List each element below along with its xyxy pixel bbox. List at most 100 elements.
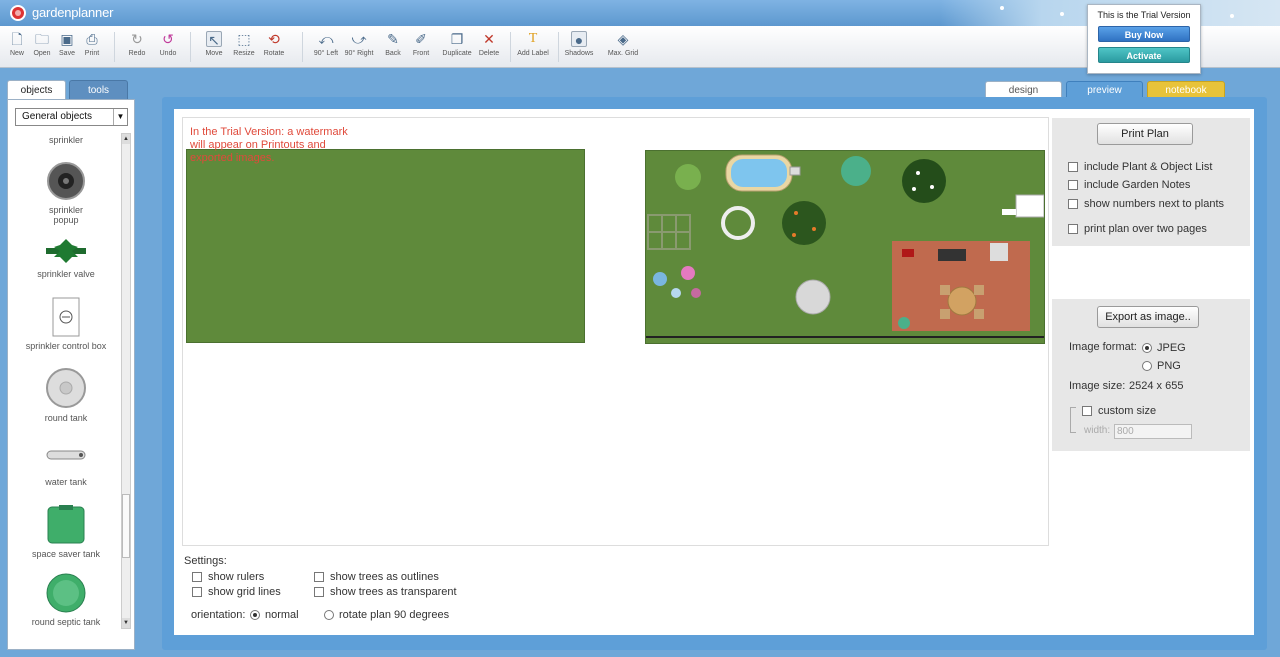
list-item[interactable]: sprinkler control box bbox=[13, 297, 119, 351]
garden-plan-drawing bbox=[646, 154, 1044, 338]
scroll-thumb[interactable] bbox=[122, 494, 130, 558]
tab-tools[interactable]: tools bbox=[69, 80, 128, 100]
list-item[interactable]: sprinkler valve bbox=[13, 237, 119, 279]
export-image-button[interactable]: Export as image.. bbox=[1097, 306, 1199, 328]
two-pages-checkbox[interactable]: print plan over two pages bbox=[1068, 223, 1207, 235]
export-panel: Export as image.. Image format: JPEG PNG… bbox=[1052, 299, 1250, 451]
app-title: gardenplanner bbox=[32, 5, 114, 20]
sprinkler-valve-icon bbox=[46, 239, 86, 263]
space-saver-tank-icon bbox=[47, 505, 85, 544]
show-numbers-checkbox[interactable]: show numbers next to plants bbox=[1068, 198, 1224, 210]
rotate-icon: ⟲ bbox=[268, 31, 280, 47]
duplicate-button[interactable]: ❐ Duplicate bbox=[440, 29, 474, 65]
trees-transparent-checkbox[interactable]: show trees as transparent bbox=[314, 586, 457, 598]
garden-plan-preview bbox=[645, 150, 1045, 344]
print-panel: Print Plan include Plant & Object List i… bbox=[1052, 118, 1250, 246]
image-size-value: 2524 x 655 bbox=[1129, 380, 1184, 392]
image-size-label: Image size: bbox=[1069, 380, 1126, 392]
orientation-normal-radio[interactable]: normal bbox=[250, 609, 299, 621]
main-frame: In the Trial Version: a watermark will a… bbox=[162, 97, 1267, 650]
include-list-checkbox[interactable]: include Plant & Object List bbox=[1068, 161, 1212, 173]
settings-label: Settings: bbox=[184, 555, 227, 567]
object-list: sprinkler sprinkler popup sprinkler valv… bbox=[13, 133, 119, 629]
print-button[interactable]: ⎙ Print bbox=[80, 29, 104, 65]
format-jpeg-radio[interactable]: JPEG bbox=[1142, 342, 1186, 354]
trial-watermark-notice: In the Trial Version: a watermark will a… bbox=[190, 126, 348, 164]
orientation-label: orientation: bbox=[191, 609, 246, 621]
sprinkler-popup-icon bbox=[47, 162, 85, 200]
list-item[interactable]: water tank bbox=[13, 449, 119, 487]
new-file-icon: 🗋 bbox=[11, 31, 23, 47]
preview-canvas: In the Trial Version: a watermark will a… bbox=[182, 117, 1049, 546]
list-item[interactable]: space saver tank bbox=[13, 505, 119, 559]
scroll-up-icon[interactable]: ▲ bbox=[122, 134, 130, 144]
list-item[interactable]: round tank bbox=[13, 367, 119, 423]
redo-icon: ↻ bbox=[131, 31, 143, 47]
redo-button[interactable]: ↻ Redo bbox=[124, 29, 150, 65]
tab-design[interactable]: design bbox=[985, 81, 1062, 98]
tab-objects[interactable]: objects bbox=[7, 80, 66, 100]
resize-icon: ⬚ bbox=[237, 31, 251, 47]
delete-button[interactable]: ✕ Delete bbox=[476, 29, 502, 65]
rotate-button[interactable]: ⟲ Rotate bbox=[261, 29, 287, 65]
delete-icon: ✕ bbox=[483, 31, 495, 47]
rotate-left-icon: ⤺ bbox=[318, 31, 334, 47]
format-png-radio[interactable]: PNG bbox=[1142, 360, 1181, 372]
save-icon: ▣ bbox=[60, 31, 74, 47]
rotate-left-button[interactable]: ⤺ 90° Left bbox=[311, 29, 341, 65]
app-logo-icon bbox=[10, 5, 26, 21]
max-grid-button[interactable]: ◈ Max. Grid bbox=[606, 29, 640, 65]
rotate-right-icon: ⤻ bbox=[351, 31, 367, 47]
trees-outlines-checkbox[interactable]: show trees as outlines bbox=[314, 571, 439, 583]
round-septic-tank-icon bbox=[46, 573, 86, 613]
new-button[interactable]: 🗋 New bbox=[6, 29, 28, 65]
orientation-rotate-radio[interactable]: rotate plan 90 degrees bbox=[324, 609, 449, 621]
preview-panel: In the Trial Version: a watermark will a… bbox=[174, 109, 1254, 635]
preview-settings: Settings: show rulers show grid lines sh… bbox=[184, 555, 1034, 631]
objects-panel: General objects ▼ sprinkler sprinkler po… bbox=[7, 99, 135, 650]
include-notes-checkbox[interactable]: include Garden Notes bbox=[1068, 179, 1190, 191]
back-button[interactable]: ✎ Back bbox=[380, 29, 406, 65]
activate-button[interactable]: Activate bbox=[1098, 47, 1190, 63]
round-tank-icon bbox=[46, 368, 86, 408]
undo-icon: ↺ bbox=[162, 31, 174, 47]
duplicate-icon: ❐ bbox=[450, 31, 464, 47]
shadows-button[interactable]: ● Shadows bbox=[564, 29, 594, 65]
front-button[interactable]: ✐ Front bbox=[408, 29, 434, 65]
object-list-scrollbar[interactable]: ▲ ▼ bbox=[121, 133, 131, 629]
lawn-area bbox=[186, 149, 585, 343]
show-grid-checkbox[interactable]: show grid lines bbox=[192, 586, 281, 598]
water-tank-icon bbox=[46, 450, 86, 460]
cursor-arrow-icon: ↖ bbox=[206, 31, 222, 48]
bring-front-icon: ✐ bbox=[415, 31, 427, 47]
width-input[interactable]: 800 bbox=[1114, 424, 1192, 439]
tab-preview[interactable]: preview bbox=[1066, 81, 1143, 98]
list-item[interactable]: round septic tank bbox=[13, 573, 119, 627]
image-format-label: Image format: bbox=[1069, 341, 1137, 353]
custom-size-checkbox[interactable]: custom size bbox=[1082, 405, 1156, 417]
list-item[interactable]: sprinkler popup bbox=[13, 161, 119, 225]
resize-button[interactable]: ⬚ Resize bbox=[231, 29, 257, 65]
folder-icon: 🗀 bbox=[35, 31, 49, 47]
save-button[interactable]: ▣ Save bbox=[56, 29, 78, 65]
show-rulers-checkbox[interactable]: show rulers bbox=[192, 571, 264, 583]
rotate-right-button[interactable]: ⤻ 90° Right bbox=[343, 29, 375, 65]
undo-button[interactable]: ↺ Undo bbox=[155, 29, 181, 65]
print-plan-button[interactable]: Print Plan bbox=[1097, 123, 1193, 145]
grid-icon: ◈ bbox=[617, 31, 629, 47]
trial-box: This is the Trial Version Buy Now Activa… bbox=[1087, 4, 1201, 74]
move-button[interactable]: ↖ Move bbox=[201, 29, 227, 65]
send-back-icon: ✎ bbox=[387, 31, 399, 47]
open-button[interactable]: 🗀 Open bbox=[30, 29, 54, 65]
buy-now-button[interactable]: Buy Now bbox=[1098, 26, 1190, 42]
category-select[interactable]: General objects ▼ bbox=[15, 108, 128, 126]
add-label-button[interactable]: T Add Label bbox=[515, 29, 551, 65]
sprinkler-control-box-icon bbox=[52, 297, 80, 337]
print-icon: ⎙ bbox=[86, 31, 98, 47]
scroll-down-icon[interactable]: ▼ bbox=[122, 618, 130, 628]
chevron-down-icon: ▼ bbox=[113, 109, 127, 125]
text-label-icon: T bbox=[528, 31, 538, 46]
tab-notebook[interactable]: notebook bbox=[1147, 81, 1225, 98]
trial-text: This is the Trial Version bbox=[1097, 10, 1191, 20]
list-item[interactable]: sprinkler bbox=[13, 135, 119, 145]
